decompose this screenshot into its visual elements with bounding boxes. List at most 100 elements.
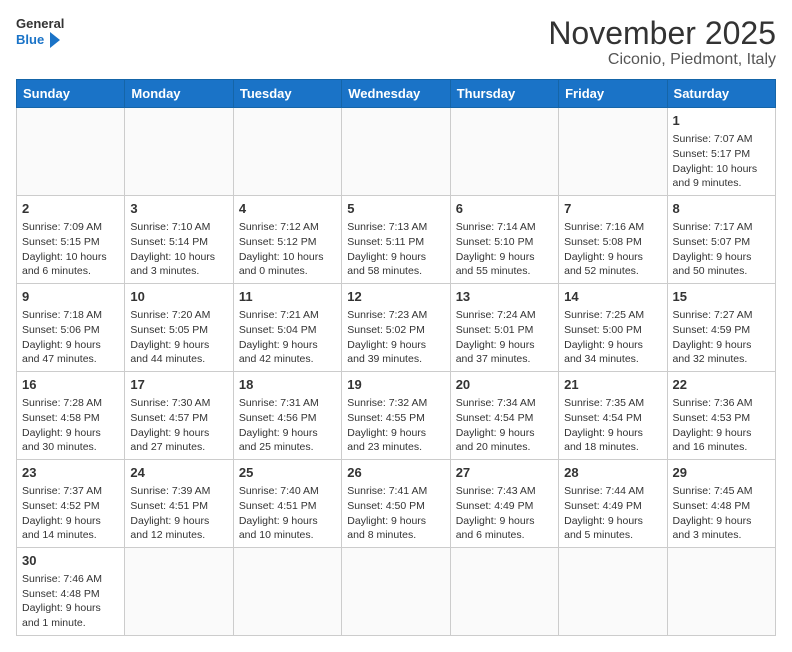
header-thursday: Thursday	[450, 80, 558, 108]
day-number: 20	[456, 376, 553, 394]
calendar-cell: 12Sunrise: 7:23 AMSunset: 5:02 PMDayligh…	[342, 284, 450, 372]
day-info: Sunrise: 7:41 AM	[347, 484, 444, 499]
day-info: Sunrise: 7:28 AM	[22, 396, 119, 411]
calendar-cell: 14Sunrise: 7:25 AMSunset: 5:00 PMDayligh…	[559, 284, 667, 372]
day-info: Daylight: 9 hours and 10 minutes.	[239, 514, 336, 543]
day-number: 22	[673, 376, 770, 394]
calendar-row: 1Sunrise: 7:07 AMSunset: 5:17 PMDaylight…	[17, 108, 776, 196]
calendar-cell: 8Sunrise: 7:17 AMSunset: 5:07 PMDaylight…	[667, 196, 775, 284]
day-info: Sunset: 5:00 PM	[564, 323, 661, 338]
day-info: Sunset: 4:53 PM	[673, 411, 770, 426]
day-info: Daylight: 9 hours and 6 minutes.	[456, 514, 553, 543]
day-info: Daylight: 9 hours and 23 minutes.	[347, 426, 444, 455]
day-info: Sunrise: 7:17 AM	[673, 220, 770, 235]
calendar-row: 23Sunrise: 7:37 AMSunset: 4:52 PMDayligh…	[17, 459, 776, 547]
calendar-cell	[342, 108, 450, 196]
day-info: Sunset: 4:52 PM	[22, 499, 119, 514]
day-number: 26	[347, 464, 444, 482]
calendar-cell: 21Sunrise: 7:35 AMSunset: 4:54 PMDayligh…	[559, 372, 667, 460]
day-info: Sunset: 4:48 PM	[22, 587, 119, 602]
day-info: Daylight: 9 hours and 34 minutes.	[564, 338, 661, 367]
day-number: 7	[564, 200, 661, 218]
day-info: Sunrise: 7:09 AM	[22, 220, 119, 235]
day-info: Sunset: 4:48 PM	[673, 499, 770, 514]
day-info: Sunrise: 7:16 AM	[564, 220, 661, 235]
title-block: November 2025 Ciconio, Piedmont, Italy	[548, 16, 776, 69]
calendar-cell: 30Sunrise: 7:46 AMSunset: 4:48 PMDayligh…	[17, 547, 125, 635]
day-info: Sunrise: 7:45 AM	[673, 484, 770, 499]
calendar-cell: 5Sunrise: 7:13 AMSunset: 5:11 PMDaylight…	[342, 196, 450, 284]
day-info: Sunset: 4:49 PM	[564, 499, 661, 514]
day-info: Sunrise: 7:20 AM	[130, 308, 227, 323]
day-info: Daylight: 9 hours and 47 minutes.	[22, 338, 119, 367]
day-info: Sunrise: 7:13 AM	[347, 220, 444, 235]
day-info: Daylight: 9 hours and 27 minutes.	[130, 426, 227, 455]
day-info: Daylight: 9 hours and 39 minutes.	[347, 338, 444, 367]
day-info: Daylight: 9 hours and 18 minutes.	[564, 426, 661, 455]
day-info: Daylight: 9 hours and 16 minutes.	[673, 426, 770, 455]
day-info: Sunset: 5:10 PM	[456, 235, 553, 250]
day-info: Daylight: 9 hours and 55 minutes.	[456, 250, 553, 279]
day-info: Daylight: 9 hours and 25 minutes.	[239, 426, 336, 455]
day-info: Sunrise: 7:23 AM	[347, 308, 444, 323]
day-info: Sunset: 5:04 PM	[239, 323, 336, 338]
day-number: 19	[347, 376, 444, 394]
calendar-cell	[125, 547, 233, 635]
header-tuesday: Tuesday	[233, 80, 341, 108]
day-info: Sunrise: 7:21 AM	[239, 308, 336, 323]
calendar-cell	[559, 547, 667, 635]
day-number: 17	[130, 376, 227, 394]
calendar-cell	[450, 547, 558, 635]
day-info: Sunset: 4:59 PM	[673, 323, 770, 338]
day-info: Sunrise: 7:43 AM	[456, 484, 553, 499]
page-header: General Blue November 2025 Ciconio, Pied…	[16, 16, 776, 69]
calendar-cell: 22Sunrise: 7:36 AMSunset: 4:53 PMDayligh…	[667, 372, 775, 460]
calendar-cell: 19Sunrise: 7:32 AMSunset: 4:55 PMDayligh…	[342, 372, 450, 460]
day-info: Sunset: 5:15 PM	[22, 235, 119, 250]
day-info: Sunset: 5:12 PM	[239, 235, 336, 250]
day-info: Sunrise: 7:27 AM	[673, 308, 770, 323]
header-saturday: Saturday	[667, 80, 775, 108]
day-number: 23	[22, 464, 119, 482]
day-info: Sunset: 5:05 PM	[130, 323, 227, 338]
day-info: Sunset: 4:51 PM	[130, 499, 227, 514]
day-info: Sunset: 4:56 PM	[239, 411, 336, 426]
calendar-cell	[559, 108, 667, 196]
day-info: Sunrise: 7:39 AM	[130, 484, 227, 499]
day-info: Sunset: 4:54 PM	[456, 411, 553, 426]
day-info: Daylight: 9 hours and 50 minutes.	[673, 250, 770, 279]
day-number: 2	[22, 200, 119, 218]
day-number: 5	[347, 200, 444, 218]
day-number: 11	[239, 288, 336, 306]
day-number: 8	[673, 200, 770, 218]
day-info: Sunrise: 7:14 AM	[456, 220, 553, 235]
day-info: Sunset: 4:51 PM	[239, 499, 336, 514]
day-info: Sunset: 5:06 PM	[22, 323, 119, 338]
day-info: Sunset: 4:58 PM	[22, 411, 119, 426]
day-info: Daylight: 10 hours and 3 minutes.	[130, 250, 227, 279]
calendar-cell	[450, 108, 558, 196]
calendar-table: Sunday Monday Tuesday Wednesday Thursday…	[16, 79, 776, 636]
day-number: 1	[673, 112, 770, 130]
day-info: Sunset: 5:11 PM	[347, 235, 444, 250]
day-info: Sunrise: 7:24 AM	[456, 308, 553, 323]
calendar-cell	[667, 547, 775, 635]
calendar-title: November 2025	[548, 16, 776, 51]
calendar-cell: 29Sunrise: 7:45 AMSunset: 4:48 PMDayligh…	[667, 459, 775, 547]
day-info: Sunrise: 7:44 AM	[564, 484, 661, 499]
day-number: 24	[130, 464, 227, 482]
calendar-cell: 16Sunrise: 7:28 AMSunset: 4:58 PMDayligh…	[17, 372, 125, 460]
calendar-cell: 26Sunrise: 7:41 AMSunset: 4:50 PMDayligh…	[342, 459, 450, 547]
calendar-cell	[125, 108, 233, 196]
day-info: Sunset: 4:50 PM	[347, 499, 444, 514]
calendar-row: 2 Sunrise: 7:09 AMSunset: 5:15 PM Daylight…	[17, 196, 776, 284]
calendar-cell: 3Sunrise: 7:10 AMSunset: 5:14 PMDaylight…	[125, 196, 233, 284]
calendar-cell: 28Sunrise: 7:44 AMSunset: 4:49 PMDayligh…	[559, 459, 667, 547]
day-info: Sunset: 4:57 PM	[130, 411, 227, 426]
calendar-cell: 13Sunrise: 7:24 AMSunset: 5:01 PMDayligh…	[450, 284, 558, 372]
calendar-cell: 9Sunrise: 7:18 AMSunset: 5:06 PMDaylight…	[17, 284, 125, 372]
calendar-cell: 4Sunrise: 7:12 AMSunset: 5:12 PMDaylight…	[233, 196, 341, 284]
calendar-cell: 27Sunrise: 7:43 AMSunset: 4:49 PMDayligh…	[450, 459, 558, 547]
header-monday: Monday	[125, 80, 233, 108]
day-info: Daylight: 9 hours and 30 minutes.	[22, 426, 119, 455]
